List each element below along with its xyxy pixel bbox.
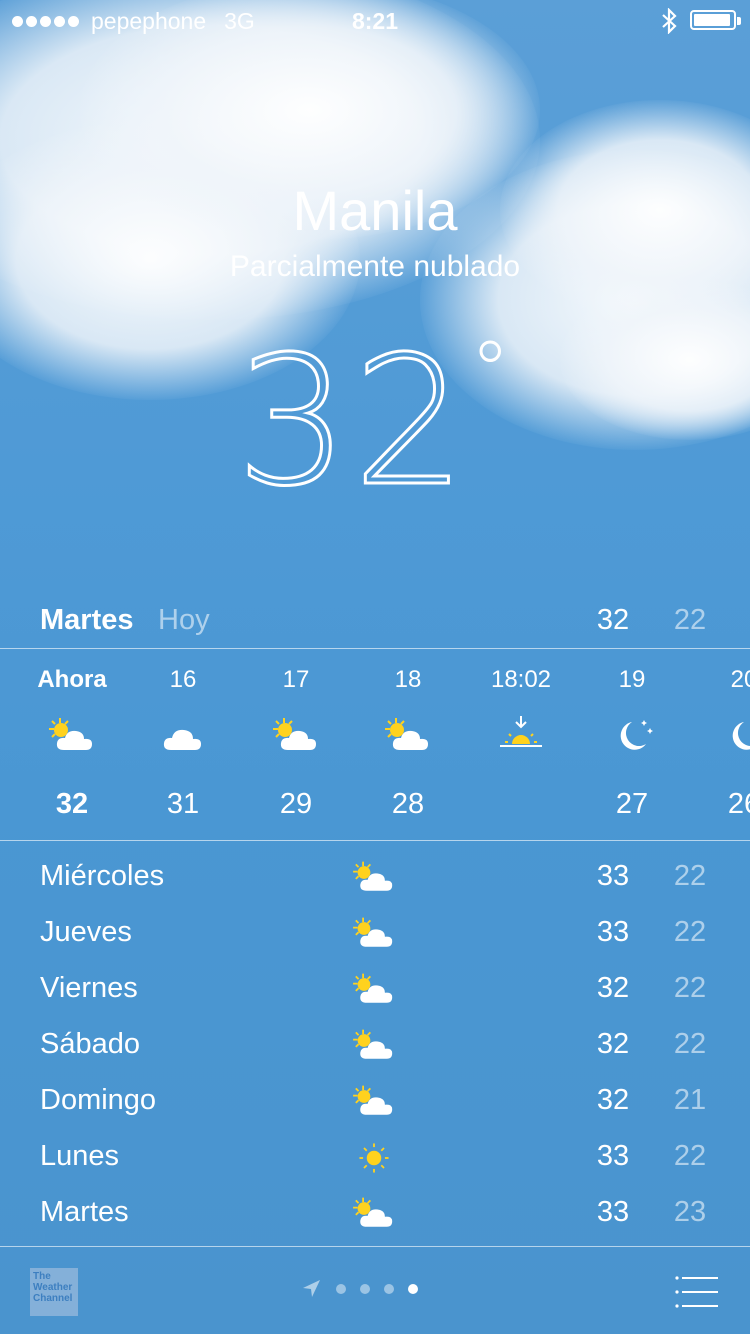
page-dot[interactable]	[336, 1284, 346, 1294]
location-arrow-icon	[303, 1280, 320, 1297]
day-low: 22	[673, 916, 707, 948]
hour-time: 18:02	[490, 666, 552, 693]
day-high: 33	[596, 1140, 630, 1172]
day-name: Sábado	[40, 1028, 140, 1060]
today-day: Martes	[40, 604, 134, 636]
divider	[0, 840, 750, 841]
day-name: Viernes	[40, 972, 138, 1004]
daily-row: Jueves 33 22	[0, 904, 750, 960]
page-dot[interactable]	[360, 1284, 370, 1294]
day-name: Lunes	[40, 1140, 120, 1172]
page-indicator[interactable]	[300, 1278, 418, 1300]
day-high: 32	[596, 1084, 630, 1116]
hour-time: 16	[169, 666, 197, 693]
divider	[0, 648, 750, 649]
day-high: 32	[596, 1028, 630, 1060]
hour-temp: 26	[727, 788, 750, 820]
today-low: 22	[673, 604, 707, 636]
status-bar: pepephone 3G 8:21	[0, 0, 750, 40]
day-name: Miércoles	[40, 860, 165, 892]
page-dot-active[interactable]	[408, 1284, 418, 1294]
day-low: 21	[673, 1084, 707, 1116]
day-low: 22	[673, 860, 707, 892]
weather-channel-logo[interactable]: The Weather Channel	[30, 1268, 78, 1316]
daily-row: Martes 33 23	[0, 1184, 750, 1240]
day-name: Jueves	[40, 916, 132, 948]
degree-symbol: °	[470, 324, 515, 417]
day-high: 32	[596, 972, 630, 1004]
clock: 8:21	[351, 8, 399, 34]
today-summary: Martes Hoy 32 22	[0, 602, 750, 648]
battery-icon	[690, 10, 741, 30]
partly-cloudy-icon	[385, 718, 428, 750]
daily-row: Miércoles 33 22	[0, 848, 750, 904]
hour-temp: 29	[279, 788, 313, 820]
hour-time: 18	[394, 666, 422, 693]
partly-cloudy-icon	[353, 1029, 393, 1059]
hourly-forecast[interactable]: Ahora 32 16 31 17 29 18 28 18:02 19 27 2…	[0, 650, 750, 840]
partly-cloudy-icon	[49, 718, 92, 750]
weather-condition: Parcialmente nublado	[229, 250, 521, 283]
sun-icon	[359, 1143, 389, 1173]
hour-temp: 31	[166, 788, 200, 820]
day-high: 33	[596, 916, 630, 948]
daily-row: Domingo 32 21	[0, 1072, 750, 1128]
hour-time: 20	[730, 666, 750, 693]
page-dot[interactable]	[384, 1284, 394, 1294]
day-low: 23	[673, 1196, 707, 1228]
partly-cloudy-icon	[353, 1197, 393, 1227]
moon-stars-icon	[620, 720, 653, 750]
cloud-icon	[163, 729, 201, 750]
day-low: 22	[673, 1140, 707, 1172]
hour-time: 19	[618, 666, 646, 693]
day-low: 22	[673, 1028, 707, 1060]
day-low: 22	[673, 972, 707, 1004]
hour-time: 17	[282, 666, 310, 693]
hour-temp: 32	[55, 788, 89, 820]
partly-cloudy-icon	[353, 861, 393, 891]
current-temperature: 32°	[0, 317, 750, 527]
hour-temp: 28	[391, 788, 425, 820]
partly-cloudy-icon	[353, 917, 393, 947]
daily-row: Viernes 32 22	[0, 960, 750, 1016]
sunset-icon	[500, 716, 542, 747]
temperature-value: 32	[234, 317, 471, 527]
partly-cloudy-icon	[353, 973, 393, 1003]
moon-icon	[732, 722, 750, 750]
footer-toolbar: The Weather Channel	[0, 1248, 750, 1334]
today-high: 32	[596, 604, 630, 636]
divider	[0, 1246, 750, 1247]
partly-cloudy-icon	[353, 1085, 393, 1115]
partly-cloudy-icon	[273, 718, 316, 750]
daily-row: Sábado 32 22	[0, 1016, 750, 1072]
day-high: 33	[596, 1196, 630, 1228]
day-name: Domingo	[40, 1084, 157, 1116]
day-high: 33	[596, 860, 630, 892]
bluetooth-icon	[662, 8, 677, 34]
list-icon[interactable]	[672, 1272, 722, 1312]
day-name: Martes	[40, 1196, 129, 1228]
today-label: Hoy	[158, 604, 210, 636]
daily-row: Lunes 33 22	[0, 1128, 750, 1184]
hour-time: Ahora	[37, 666, 107, 693]
hour-temp: 27	[615, 788, 649, 820]
city-name: Manila	[292, 179, 458, 242]
